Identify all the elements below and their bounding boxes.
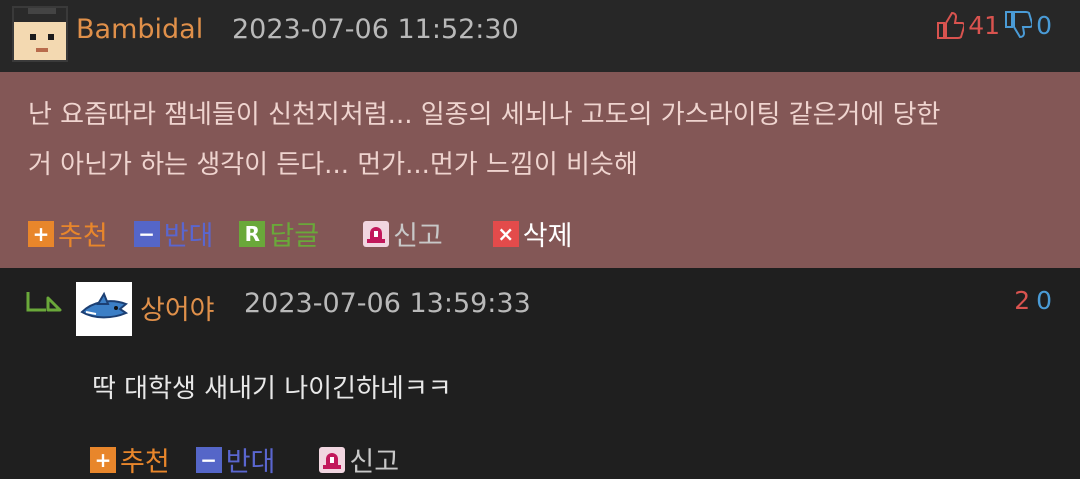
reply-votes: 20 bbox=[1014, 286, 1052, 315]
reply-arrow-icon bbox=[26, 292, 62, 312]
reply-button[interactable]: R 답글 bbox=[239, 214, 319, 253]
reply-label: 답글 bbox=[269, 221, 320, 252]
oppose-button[interactable]: − 반대 bbox=[133, 214, 214, 253]
reply-username[interactable]: 상어야 bbox=[140, 288, 215, 327]
minus-icon: − bbox=[133, 220, 160, 247]
reply-actions: + 추천 − 반대 신고 bbox=[90, 440, 425, 479]
delete-button[interactable]: × 삭제 bbox=[492, 214, 573, 253]
comment-votes: 41 0 bbox=[936, 10, 1052, 40]
recommend-button[interactable]: + 추천 bbox=[28, 214, 108, 253]
close-icon: × bbox=[492, 220, 519, 247]
comment-body-line: 난 요즘따라 잼네들이 신천지처럼... 일종의 세뇌나 고도의 가스라이팅 같… bbox=[28, 100, 941, 130]
oppose-label: 반대 bbox=[163, 221, 214, 252]
report-label: 신고 bbox=[393, 221, 443, 252]
reply-upvote-count[interactable]: 2 bbox=[1014, 286, 1030, 315]
reply-downvote-count[interactable]: 0 bbox=[1036, 286, 1052, 315]
minus-icon: − bbox=[195, 446, 222, 473]
comment-actions: + 추천 − 반대 R 답글 신고 × 삭제 bbox=[28, 214, 598, 253]
upvote-count: 41 bbox=[968, 10, 1001, 40]
siren-icon bbox=[363, 220, 390, 247]
oppose-button[interactable]: − 반대 bbox=[195, 440, 276, 479]
reply-r-icon: R bbox=[239, 220, 266, 247]
recommend-button[interactable]: + 추천 bbox=[90, 440, 170, 479]
comment-body-line: 거 아닌가 하는 생각이 든다... 먼가...먼가 느낌이 비슷해 bbox=[28, 150, 638, 180]
report-button[interactable]: 신고 bbox=[319, 440, 399, 479]
report-button[interactable]: 신고 bbox=[363, 214, 443, 253]
downvote-count: 0 bbox=[1036, 10, 1052, 40]
thumbs-up-icon[interactable] bbox=[936, 10, 965, 40]
comment-timestamp: 2023-07-06 11:52:30 bbox=[232, 14, 519, 45]
oppose-label: 반대 bbox=[225, 447, 276, 478]
comment-username[interactable]: Bambidal bbox=[76, 14, 203, 45]
reply-body: 딱 대학생 새내기 나이긴하네ㅋㅋ bbox=[92, 374, 452, 404]
recommend-label: 추천 bbox=[58, 221, 108, 252]
recommend-label: 추천 bbox=[120, 447, 170, 478]
reply-timestamp: 2023-07-06 13:59:33 bbox=[244, 288, 531, 319]
siren-icon bbox=[319, 446, 346, 473]
plus-icon: + bbox=[90, 446, 116, 473]
report-label: 신고 bbox=[349, 447, 400, 478]
delete-label: 삭제 bbox=[522, 221, 573, 252]
avatar[interactable] bbox=[76, 282, 132, 336]
shark-icon bbox=[80, 291, 129, 319]
avatar[interactable] bbox=[12, 6, 68, 62]
plus-icon: + bbox=[28, 220, 54, 247]
thumbs-down-icon[interactable] bbox=[1004, 10, 1033, 40]
comment-body: 난 요즘따라 잼네들이 신천지처럼... 일종의 세뇌나 고도의 가스라이팅 같… bbox=[28, 90, 1058, 190]
